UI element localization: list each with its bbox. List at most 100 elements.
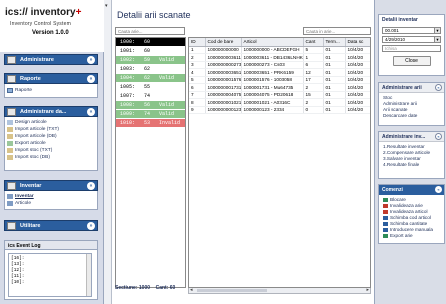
menu-item-design-articole[interactable]: Design articole — [5, 119, 97, 126]
areas-list[interactable]: 1000: 60 1001: 60 1002: 59 Valid 1003: 62 10… — [115, 37, 186, 288]
table-row[interactable]: 5 1000000001576 1000001576 - 1003058 17 01 10… — [189, 76, 370, 84]
search-in-area-input[interactable] — [303, 27, 371, 35]
table-cell: 01 — [323, 53, 346, 62]
menu-item-import-articole-db[interactable]: Import articole (DB) — [5, 133, 97, 140]
table-row[interactable]: 2 1000000003611 1000003611 - DB1436LNHK 1 01… — [189, 53, 370, 62]
table-row[interactable]: 9 1000000000123 1000000123 - 2334 0 01 10/4/2… — [189, 106, 370, 114]
area-row[interactable]: 1003: 62 — [116, 65, 185, 74]
table-cell: 5 — [303, 46, 324, 54]
link-descarcare-date[interactable]: Descarcare date — [379, 113, 444, 119]
import-icon — [7, 127, 13, 132]
inventory-status-field[interactable]: Ichisa — [382, 45, 441, 52]
menu-item-raporte[interactable]: Raporte — [5, 87, 97, 94]
area-row[interactable]: 1008: 56 Valid — [116, 101, 185, 110]
inventory-date-picker[interactable]: 4/29/2010 ▼ — [382, 36, 441, 43]
menu-item-export-articole[interactable]: Export articole — [5, 140, 97, 147]
inventory-code-select[interactable]: 00.001 ▼ — [382, 27, 441, 34]
report-doc-icon — [7, 88, 13, 93]
menu-item-import-articole-txt[interactable]: Import articole (TXT) — [5, 126, 97, 133]
table-cell: 1000001576 - 1003058 — [241, 76, 304, 84]
table-cell: 17 — [303, 76, 324, 84]
panel-utilitare[interactable]: Utilitare » — [4, 220, 98, 231]
table-cell: 5 — [189, 76, 206, 84]
area-row[interactable]: 1000: 60 — [116, 38, 185, 47]
column-header[interactable]: ID — [189, 38, 206, 47]
table-row[interactable]: 4 1000000003651 1000003651 - PRK6159 12 01 10… — [189, 68, 370, 77]
table-cell: 12 — [303, 68, 324, 77]
panel-raporte[interactable]: Raporte « — [4, 73, 98, 84]
menu-item-articole[interactable]: Articole — [5, 200, 97, 207]
chevron-down-icon[interactable]: ▼ — [434, 37, 440, 42]
scroll-left-icon[interactable]: ◂ — [190, 287, 193, 293]
column-header[interactable]: Data sc — [345, 38, 370, 47]
collapse-icon[interactable]: « — [435, 84, 442, 91]
table-cell: 1 — [189, 46, 206, 54]
table-row[interactable]: 8 1000000001021 1000001021 - A0316C 2 01 10/4… — [189, 98, 370, 107]
event-log-title: ics Event Log — [4, 240, 98, 250]
table-row[interactable]: 3 1000000000273 1000000273 - Cs03 6 01 10/4/2… — [189, 61, 370, 69]
command-export-arie[interactable]: Export arie — [379, 233, 444, 239]
inventory-list-icon — [7, 194, 13, 199]
table-cell: 1 — [303, 53, 324, 62]
link-resultate-finale[interactable]: 4.Resultate finale — [379, 162, 444, 168]
tools-icon — [7, 222, 16, 230]
inventory-icon — [7, 182, 16, 190]
collapse-icon[interactable]: « — [87, 75, 95, 83]
table-cell: 1000003651 - PRK6159 — [241, 68, 304, 77]
column-header[interactable]: Cod de bare — [205, 38, 242, 47]
logo-title: ics:// inventory+ — [5, 7, 82, 18]
event-log-scrollbar[interactable] — [86, 254, 91, 296]
chevron-down-icon[interactable]: ▼ — [434, 28, 440, 33]
table-cell: 0 — [303, 106, 324, 114]
main-content: Detalii arii scanate 1000: 601001: 60100… — [112, 0, 374, 304]
area-row[interactable]: 1010: 53 Invalid — [116, 119, 185, 128]
menu-item-import-stoc-txt[interactable]: Import stoc (TXT) — [5, 147, 97, 154]
design-icon — [7, 120, 13, 125]
collapse-icon[interactable]: « — [87, 182, 95, 190]
column-header[interactable]: Articol — [241, 38, 304, 47]
table-row[interactable]: 1 100000000000 1000000000 - ABCDEFGH 5 01 10/… — [189, 46, 370, 54]
area-row[interactable]: 1004: 62 Valid — [116, 74, 185, 83]
pin-icon[interactable]: ▾ — [105, 3, 108, 9]
table-cell: 01 — [323, 91, 346, 99]
status-count: Cant: 60 — [155, 285, 176, 291]
panel-administrare-date[interactable]: Administrare da... « — [4, 106, 98, 117]
collapse-icon[interactable]: « — [435, 133, 442, 140]
commands-header[interactable]: Comenzi « — [379, 185, 444, 195]
table-row[interactable]: 7 1000000004075 1000004075 - PD20618 15 01 10… — [189, 91, 370, 99]
event-log-list[interactable]: [16]: [13]: [12]: [11]: [10]: — [8, 253, 92, 297]
inventory-admin-header[interactable]: Administrare inv... « — [379, 132, 444, 142]
panel-administrare[interactable]: Administrare » — [4, 54, 98, 65]
collapse-icon[interactable]: « — [435, 186, 442, 193]
search-area-input[interactable] — [115, 27, 185, 35]
grid-horizontal-scrollbar[interactable]: ◂ ▸ — [188, 287, 371, 294]
menu-item-import-stoc-db[interactable]: Import stoc (DB) — [5, 154, 97, 161]
status-bar: Sectiune: 1000 Cant: 60 — [115, 284, 186, 293]
area-admin-header[interactable]: Administrare arii « — [379, 83, 444, 93]
area-row[interactable]: 1005: 55 — [116, 83, 185, 92]
table-cell: 01 — [323, 61, 346, 69]
panel-inventar[interactable]: Inventar « — [4, 180, 98, 191]
close-button[interactable]: Close — [392, 56, 431, 66]
column-header[interactable]: Term... — [323, 38, 346, 47]
table-row[interactable]: 6 1000000001731 1000001731 - Mu64735 2 01 10/… — [189, 83, 370, 92]
commands-list: Blocare Invalideaza arie Invalideaza art… — [379, 195, 444, 239]
collapse-icon[interactable]: « — [87, 108, 95, 116]
items-grid[interactable]: ID Cod de bare Articol Cant Term... Data sc 1… — [188, 37, 371, 288]
area-row[interactable]: 1002: 59 Valid — [116, 56, 185, 65]
area-row[interactable]: 1007: 74 — [116, 92, 185, 101]
expand-icon[interactable]: » — [87, 56, 95, 64]
sidebar-splitter[interactable]: ▾ — [104, 0, 112, 304]
page-title: Detalii arii scanate — [117, 10, 191, 20]
area-row[interactable]: 1001: 60 — [116, 47, 185, 56]
table-cell: 2 — [303, 98, 324, 107]
scrollbar-thumb[interactable] — [197, 289, 267, 292]
edit-icon — [383, 221, 388, 226]
menu-item-inventar[interactable]: Inventar — [5, 193, 97, 200]
expand-icon[interactable]: » — [87, 222, 95, 230]
report-icon — [7, 75, 16, 83]
table-cell: 1000003611 - DB1436LNHK — [241, 53, 304, 62]
area-row[interactable]: 1009: 74 Valid — [116, 110, 185, 119]
column-header[interactable]: Cant — [303, 38, 324, 47]
scroll-right-icon[interactable]: ▸ — [366, 287, 369, 293]
